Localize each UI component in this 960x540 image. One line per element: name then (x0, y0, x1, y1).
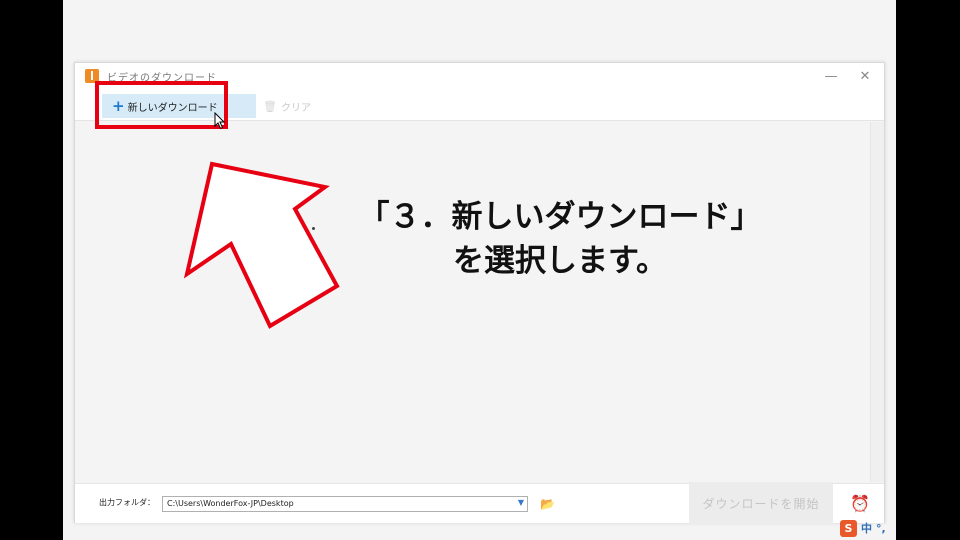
ime-punctuation[interactable]: °, (876, 522, 886, 535)
ime-toolbar[interactable]: S 中 °, (840, 518, 886, 538)
instruction-caption: 「３．新しいダウンロード」 を選択します。 (320, 195, 800, 283)
ime-logo-icon[interactable]: S (840, 519, 857, 537)
ime-mode[interactable]: 中 (861, 520, 872, 536)
caption-line-1: 「３．新しいダウンロード」 (358, 199, 762, 235)
annotation-dot (312, 227, 315, 230)
caption-line-2: を選択します。 (453, 243, 667, 279)
